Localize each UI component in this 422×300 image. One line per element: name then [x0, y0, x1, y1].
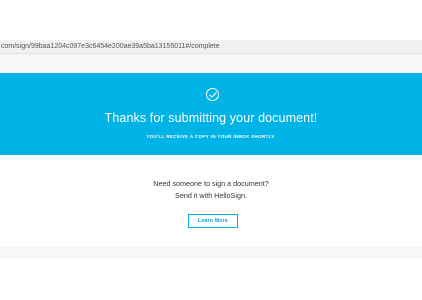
- address-bar[interactable]: com/sign/99baa1204c097e3c6454e200ae39a5b…: [0, 40, 422, 54]
- footer-strip: [0, 247, 422, 259]
- learn-more-button[interactable]: Learn More: [188, 214, 238, 228]
- header-strip: [0, 54, 422, 73]
- checkmark-circle-icon: [206, 88, 219, 101]
- confirmation-banner: Thanks for submitting your document! YOU…: [0, 73, 422, 155]
- banner-title: Thanks for submitting your document!: [104, 111, 318, 125]
- promo-section: Need someone to sign a document? Send it…: [0, 178, 422, 202]
- promo-line-1: Need someone to sign a document?: [153, 179, 269, 188]
- banner-subtitle: YOU'LL RECEIVE A COPY IN YOUR INBOX SHOR…: [146, 134, 276, 139]
- url-text[interactable]: com/sign/99baa1204c097e3c6454e200ae39a5b…: [0, 40, 220, 53]
- page: com/sign/99baa1204c097e3c6454e200ae39a5b…: [0, 0, 422, 300]
- promo-line-2: Send it with HelloSign.: [175, 191, 247, 200]
